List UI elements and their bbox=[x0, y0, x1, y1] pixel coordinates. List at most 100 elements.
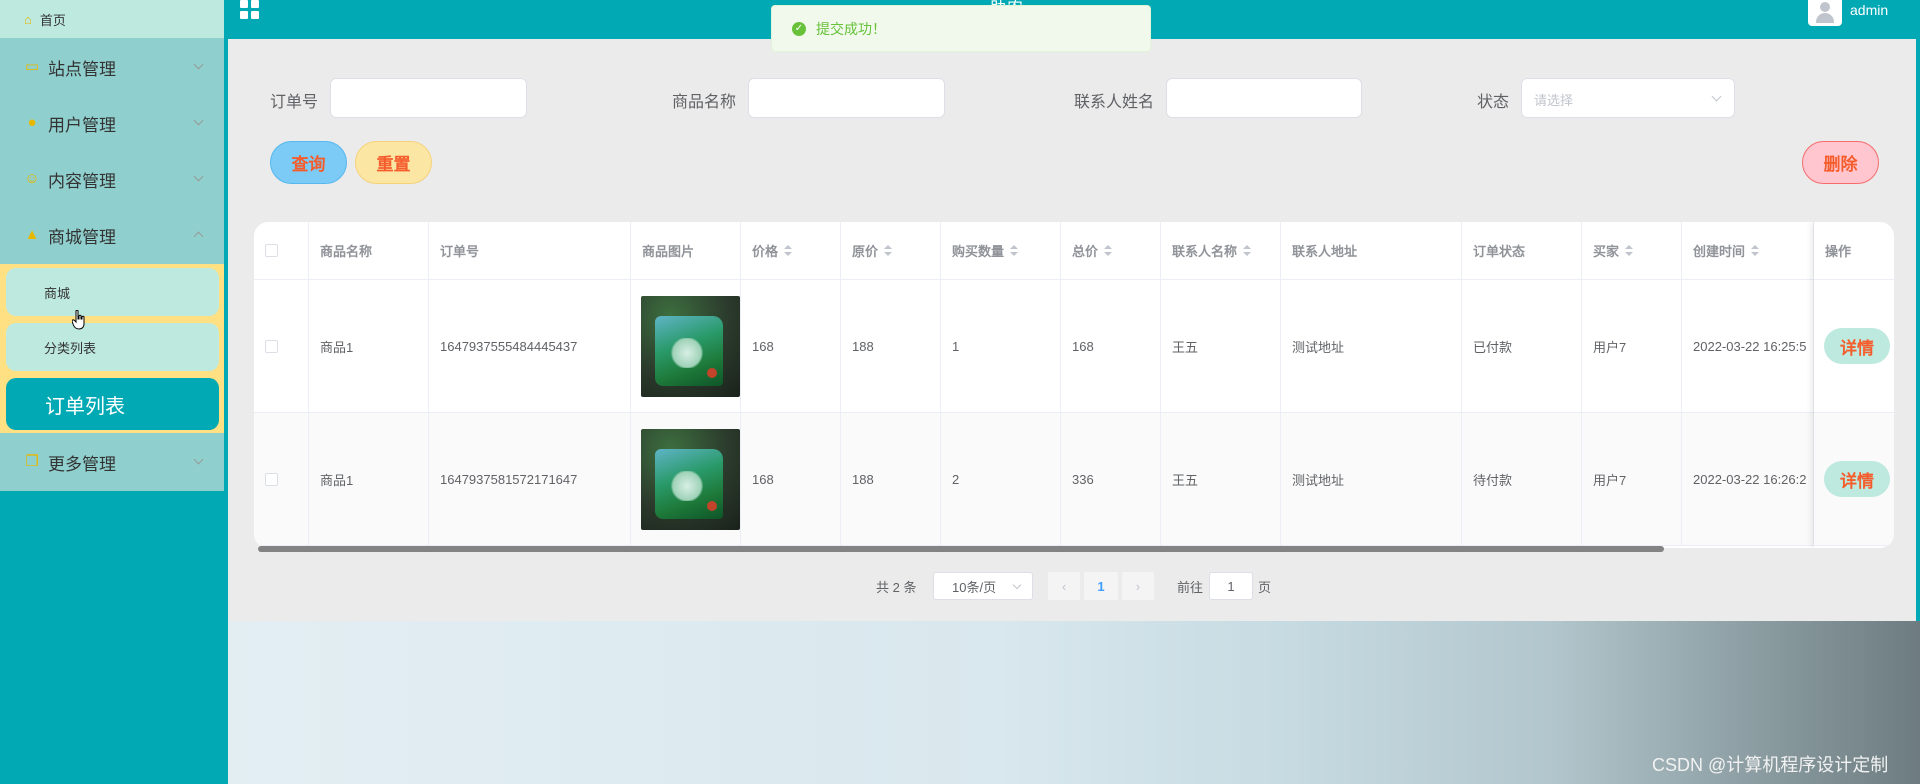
prev-page-button[interactable]: ‹ bbox=[1048, 572, 1080, 600]
cell-product-name: 商品1 bbox=[309, 280, 429, 412]
sidebar-item-label: 内容管理 bbox=[48, 171, 116, 191]
column-header[interactable]: 联系人名称 bbox=[1161, 222, 1281, 279]
pagination-goto-label: 前往 bbox=[1177, 579, 1204, 595]
avatar[interactable] bbox=[1808, 0, 1842, 26]
delete-button[interactable]: 删除 bbox=[1802, 141, 1879, 184]
sidebar-item-content[interactable]: ☺ 内容管理 bbox=[0, 151, 224, 207]
sidebar-item-home[interactable]: ⌂ 首页 bbox=[0, 0, 224, 38]
copy-icon: ❐ bbox=[25, 453, 39, 470]
column-header-label: 商品图片 bbox=[642, 244, 695, 259]
column-header[interactable]: 创建时间 bbox=[1682, 222, 1814, 279]
sort-icon[interactable] bbox=[784, 244, 793, 257]
sort-icon[interactable] bbox=[1010, 244, 1019, 257]
product-name-input[interactable] bbox=[748, 78, 945, 118]
product-image[interactable] bbox=[641, 428, 740, 530]
sort-icon[interactable] bbox=[1625, 244, 1634, 257]
column-header[interactable]: 购买数量 bbox=[941, 222, 1061, 279]
page-size-select[interactable]: 10条/页 bbox=[933, 572, 1033, 600]
sidebar-item-label: 用户管理 bbox=[48, 115, 116, 135]
sidebar-item-label: 订单列表 bbox=[45, 395, 125, 418]
display-icon: ▭ bbox=[24, 58, 40, 75]
cell-buyer: 用户7 bbox=[1582, 413, 1682, 545]
sidebar-item-more[interactable]: ❐ 更多管理 bbox=[0, 434, 224, 490]
toast-message: 提交成功！ bbox=[816, 20, 886, 37]
cell-buyer: 用户7 bbox=[1582, 280, 1682, 412]
cell-total: 336 bbox=[1061, 413, 1161, 545]
cell-contact-address: 测试地址 bbox=[1281, 280, 1462, 412]
column-header-label: 商品名称 bbox=[320, 244, 373, 259]
sort-icon[interactable] bbox=[1751, 244, 1760, 257]
pagination-page-unit: 页 bbox=[1258, 579, 1272, 595]
reset-button[interactable]: 重置 bbox=[355, 141, 432, 184]
hand-cursor-icon bbox=[72, 310, 85, 330]
column-header-label: 创建时间 bbox=[1693, 244, 1746, 259]
contact-name-input[interactable] bbox=[1166, 78, 1362, 118]
select-all-cell bbox=[254, 222, 309, 279]
column-header-label: 联系人地址 bbox=[1292, 244, 1358, 259]
cell-product-image bbox=[631, 413, 741, 545]
chevron-left-icon: ‹ bbox=[1061, 578, 1067, 594]
grid-menu-icon[interactable] bbox=[240, 0, 260, 19]
sort-icon[interactable] bbox=[1243, 244, 1252, 257]
shop-submenu: 商城 分类列表 订单列表 bbox=[0, 264, 224, 433]
cell-order-no: 1647937555484445437 bbox=[429, 280, 631, 412]
column-header[interactable]: 原价 bbox=[841, 222, 941, 279]
sort-icon[interactable] bbox=[1104, 244, 1113, 257]
table-horizontal-scrollbar[interactable] bbox=[258, 546, 1664, 552]
user-icon: ● bbox=[27, 114, 37, 131]
column-header-label: 原价 bbox=[852, 244, 879, 259]
row-checkbox[interactable] bbox=[265, 472, 278, 486]
sidebar-item-shop[interactable]: ▲ 商城管理 bbox=[0, 207, 224, 263]
page-jump-input[interactable]: 1 bbox=[1209, 572, 1253, 600]
sort-icon[interactable] bbox=[884, 244, 893, 257]
success-check-icon: ✓ bbox=[792, 21, 806, 36]
cell-original-price: 188 bbox=[841, 413, 941, 545]
chevron-right-icon: › bbox=[1135, 578, 1141, 594]
sidebar-subitem-orders[interactable]: 订单列表 bbox=[6, 378, 219, 430]
column-header: 商品名称 bbox=[309, 222, 429, 279]
page-number-current[interactable]: 1 bbox=[1084, 572, 1118, 600]
row-checkbox[interactable] bbox=[265, 339, 278, 353]
column-header-label: 买家 bbox=[1593, 244, 1620, 259]
product-image[interactable] bbox=[641, 295, 740, 397]
column-header-label: 订单状态 bbox=[1473, 244, 1526, 259]
cell-total: 168 bbox=[1061, 280, 1161, 412]
row-select-cell bbox=[254, 280, 309, 412]
sidebar-item-label: 分类列表 bbox=[44, 340, 97, 356]
sidebar-item-label: 更多管理 bbox=[48, 454, 116, 474]
column-header-label: 总价 bbox=[1072, 244, 1099, 259]
product-name-label: 商品名称 bbox=[672, 94, 737, 111]
column-header[interactable]: 买家 bbox=[1582, 222, 1682, 279]
sidebar-subitem-category[interactable]: 分类列表 bbox=[6, 323, 219, 371]
chevron-down-icon bbox=[193, 115, 204, 126]
column-header[interactable]: 总价 bbox=[1061, 222, 1161, 279]
column-header[interactable]: 价格 bbox=[741, 222, 841, 279]
sidebar: ⌂ 首页 ▭ 站点管理 ● 用户管理 ☺ 内容管理 ▲ 商城管理 商城 分类列表… bbox=[0, 0, 224, 491]
page-size-value: 10条/页 bbox=[952, 579, 997, 595]
cell-contact-address: 测试地址 bbox=[1281, 413, 1462, 545]
order-no-input[interactable] bbox=[330, 78, 527, 118]
cell-original-price: 188 bbox=[841, 280, 941, 412]
home-icon: ⌂ bbox=[24, 11, 32, 27]
sidebar-item-site[interactable]: ▭ 站点管理 bbox=[0, 39, 224, 95]
sidebar-subitem-mall[interactable]: 商城 bbox=[6, 268, 219, 316]
next-page-button[interactable]: › bbox=[1122, 572, 1154, 600]
sidebar-item-label: 首页 bbox=[39, 12, 66, 28]
cell-order-no: 1647937581572171647 bbox=[429, 413, 631, 545]
chevron-down-icon bbox=[193, 59, 204, 70]
column-header: 订单号 bbox=[429, 222, 631, 279]
select-all-checkbox[interactable] bbox=[265, 244, 278, 257]
cell-order-status: 待付款 bbox=[1462, 413, 1582, 545]
sidebar-item-users[interactable]: ● 用户管理 bbox=[0, 95, 224, 151]
chevron-down-icon bbox=[1012, 580, 1022, 590]
cell-price: 168 bbox=[741, 413, 841, 545]
cell-price: 168 bbox=[741, 280, 841, 412]
status-select[interactable]: 请选择 bbox=[1521, 78, 1735, 118]
column-header: 商品图片 bbox=[631, 222, 741, 279]
username[interactable]: admin bbox=[1850, 2, 1888, 18]
cell-quantity: 2 bbox=[941, 413, 1061, 545]
cell-order-status: 已付款 bbox=[1462, 280, 1582, 412]
column-header-label: 联系人名称 bbox=[1172, 244, 1238, 259]
query-button[interactable]: 查询 bbox=[270, 141, 347, 184]
chevron-down-icon bbox=[1711, 91, 1722, 102]
